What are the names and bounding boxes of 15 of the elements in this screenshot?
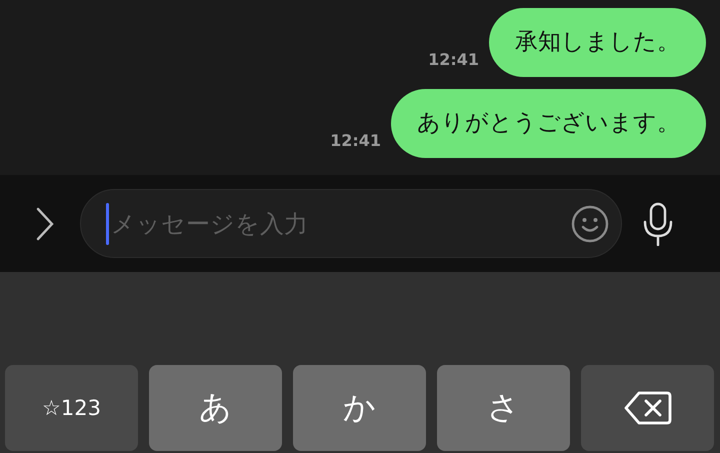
text-input[interactable]: メッセージを入力 [109, 210, 571, 238]
message-bubble: 承知しました。 [489, 8, 706, 77]
microphone-icon[interactable] [642, 202, 674, 246]
message-input-field[interactable]: メッセージを入力 [80, 189, 622, 258]
backspace-icon [624, 390, 672, 426]
message-bubble: ありがとうございます。 [391, 89, 706, 158]
chevron-right-icon[interactable] [34, 206, 56, 242]
symbols-key[interactable]: ☆123 [5, 365, 138, 451]
message-time: 12:41 [330, 131, 381, 152]
kana-key[interactable]: か [293, 365, 426, 451]
message-time: 12:41 [428, 50, 479, 71]
smiley-icon[interactable] [571, 204, 609, 242]
backspace-key[interactable] [581, 365, 714, 451]
kana-key[interactable]: あ [149, 365, 282, 451]
kana-key[interactable]: さ [437, 365, 570, 451]
